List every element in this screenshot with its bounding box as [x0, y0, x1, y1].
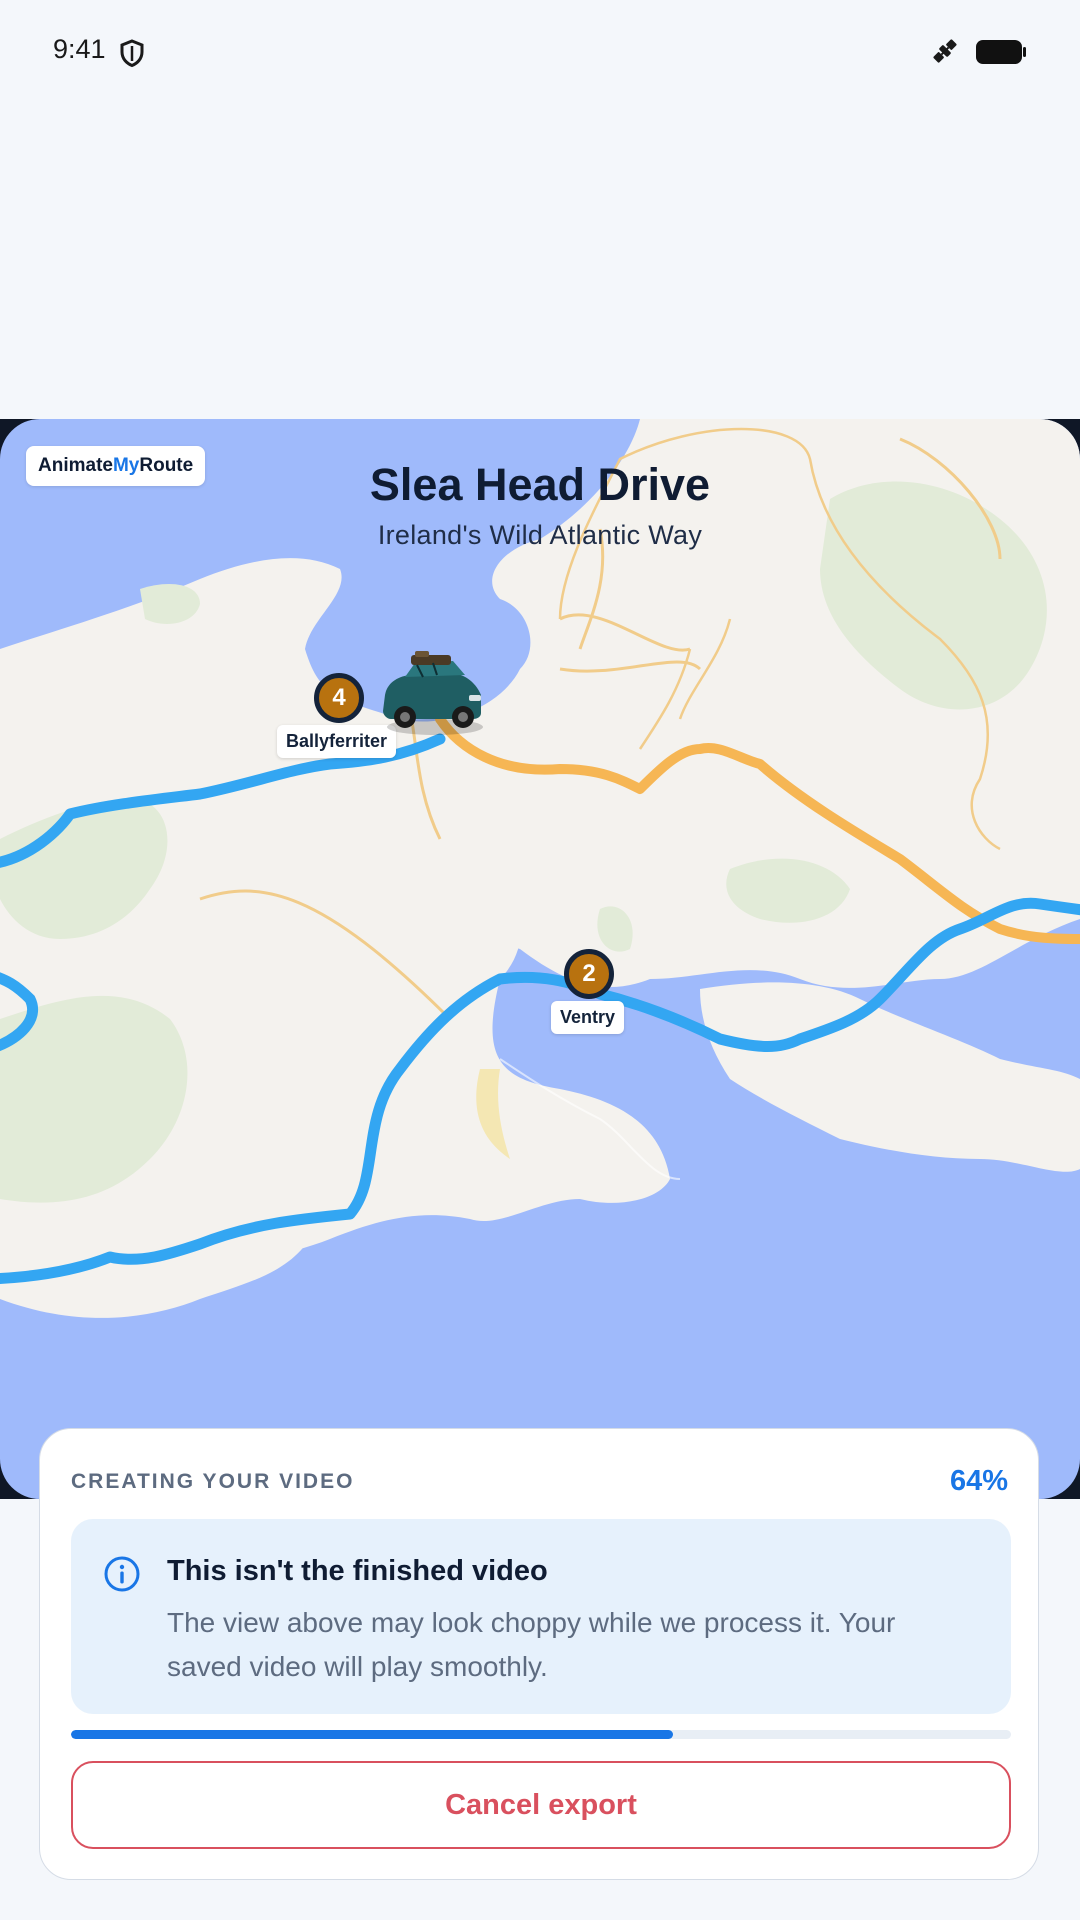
status-bar: 9:41 [0, 0, 1080, 104]
info-notice: This isn't the finished video The view a… [71, 1519, 1011, 1714]
info-icon [104, 1556, 140, 1592]
route-title: Slea Head Drive [369, 459, 711, 510]
battery-icon [976, 40, 1026, 64]
route-map [0, 419, 1080, 1499]
car-icon [383, 651, 483, 735]
shield-icon [120, 39, 144, 68]
export-progress-bar [71, 1730, 1011, 1739]
route-subtitle: Ireland's Wild Atlantic Way [377, 520, 703, 550]
stop-marker: 4 [314, 673, 364, 723]
export-heading: CREATING YOUR VIDEO [71, 1470, 355, 1493]
export-percent: 64% [949, 1465, 1008, 1497]
notice-body: The view above may look choppy while we … [167, 1607, 896, 1682]
status-time: 9:41 [53, 34, 106, 64]
notice-title: This isn't the finished video [167, 1555, 548, 1587]
cancel-export-button[interactable]: Cancel export [71, 1761, 1011, 1849]
satellite-icon [933, 39, 957, 63]
place-label: Ventry [551, 1001, 625, 1034]
map-preview: AnimateMyRoute Slea Head Drive Ireland's… [0, 419, 1080, 1499]
export-progress-fill [71, 1730, 673, 1739]
export-progress-card: CREATING YOUR VIDEO 64% This isn't the f… [39, 1428, 1039, 1880]
stop-marker: 2 [564, 949, 614, 999]
